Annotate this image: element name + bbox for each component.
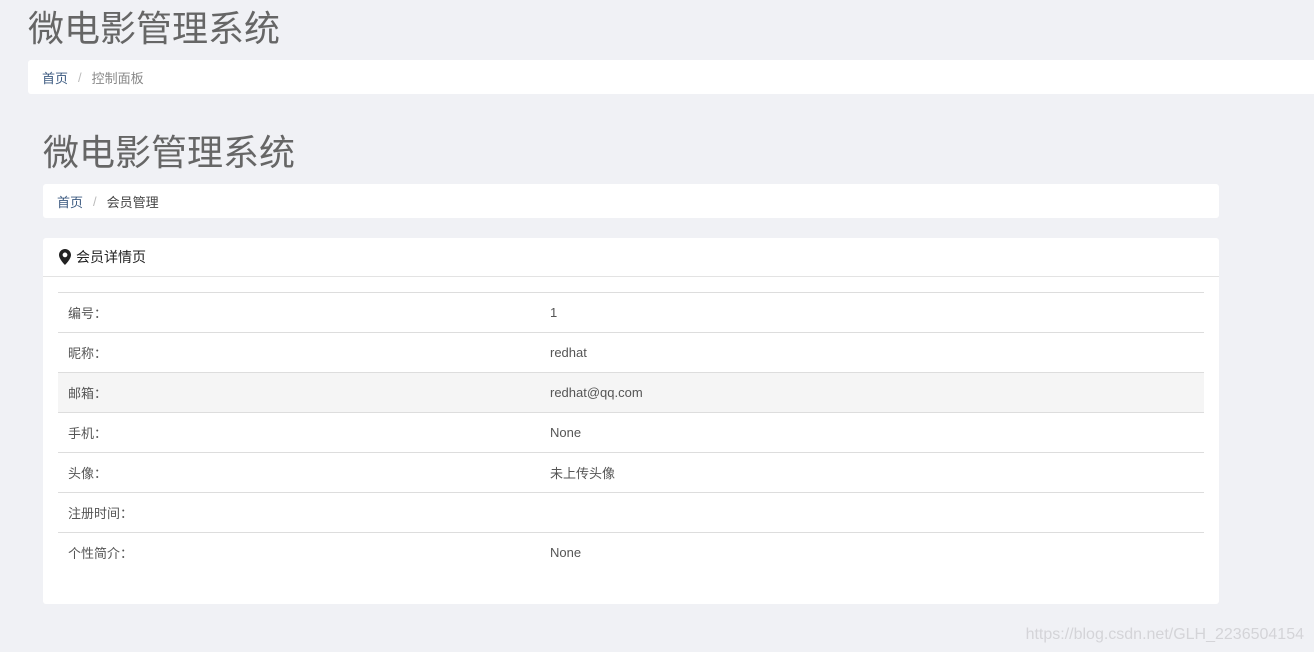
box-title: 会员详情页 [76, 249, 146, 265]
breadcrumb: 首页 / 控制面板 [28, 60, 1314, 94]
row-label: 昵称： [58, 332, 540, 373]
box-header: 会员详情页 [43, 238, 1219, 277]
watermark: https://blog.csdn.net/GLH_2236504154 [1025, 626, 1304, 643]
member-detail-box: 会员详情页 编号： 1 昵称： redhat 邮箱： redhat@qq.com… [43, 238, 1219, 604]
breadcrumb-home-link[interactable]: 首页 [42, 68, 68, 87]
page-title: 微电影管理系统 [43, 133, 296, 174]
row-label: 邮箱： [58, 372, 540, 413]
table-row: 昵称： redhat [58, 332, 1204, 373]
breadcrumb-current: 控制面板 [91, 70, 144, 86]
table-row: 编号： 1 [58, 292, 1204, 333]
table-row: 个性简介： None [58, 533, 1204, 573]
table-row: 手机： None [58, 412, 1204, 453]
row-label: 手机： [58, 412, 540, 453]
content-breadcrumb: 首页 / 会员管理 [43, 184, 1219, 218]
row-value [540, 492, 1204, 533]
row-label: 注册时间： [58, 492, 540, 533]
row-value: redhat@qq.com [540, 372, 1204, 413]
map-marker-icon [59, 249, 71, 265]
row-label: 头像： [58, 452, 540, 493]
content-breadcrumb-current: 会员管理 [106, 194, 159, 210]
row-value: 1 [540, 292, 1204, 333]
breadcrumb-separator: / [78, 69, 82, 85]
table-row: 注册时间： [58, 492, 1204, 533]
row-value: 未上传头像 [540, 452, 1204, 493]
table-row: 邮箱： redhat@qq.com [58, 372, 1204, 413]
row-label: 个性简介： [68, 546, 134, 561]
content-breadcrumb-home-link[interactable]: 首页 [57, 192, 83, 211]
row-label: 编号： [58, 292, 540, 333]
app-title: 微电影管理系统 [28, 9, 281, 50]
row-value: None [540, 412, 1204, 453]
content-breadcrumb-separator: / [93, 193, 97, 209]
row-value: redhat [540, 332, 1204, 373]
row-value: None [550, 545, 582, 560]
table-row: 头像： 未上传头像 [58, 452, 1204, 493]
member-detail-table: 编号： 1 昵称： redhat 邮箱： redhat@qq.com 手机： N… [58, 292, 1204, 572]
